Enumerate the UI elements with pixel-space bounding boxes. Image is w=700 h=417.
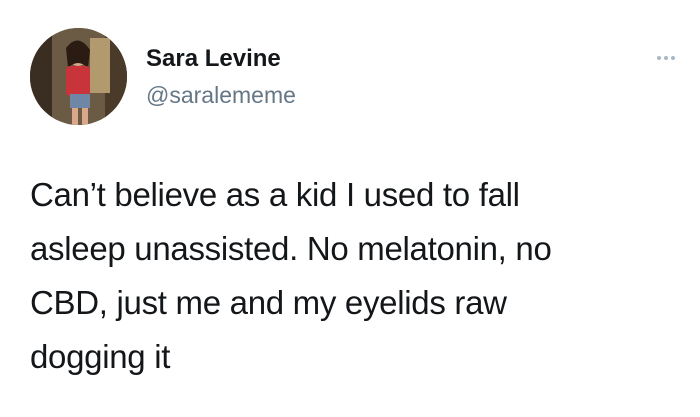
tweet-text: Can’t believe as a kid I used to fall as… [30,168,680,384]
display-name[interactable]: Sara Levine [146,44,281,74]
more-horizontal-icon [664,56,668,60]
avatar[interactable] [30,28,127,125]
tweet-text-line: CBD, just me and my eyelids raw [30,284,507,321]
tweet-card: Sara Levine @saralememe Can’t believe as… [0,0,700,417]
tweet-text-line: Can’t believe as a kid I used to fall [30,176,520,213]
user-handle[interactable]: @saralememe [146,81,296,109]
profile-photo-icon [30,28,127,125]
more-horizontal-icon [657,56,661,60]
more-options-button[interactable] [652,50,680,66]
tweet-text-line: asleep unassisted. No melatonin, no [30,230,552,267]
tweet-text-line: dogging it [30,338,171,375]
more-horizontal-icon [671,56,675,60]
